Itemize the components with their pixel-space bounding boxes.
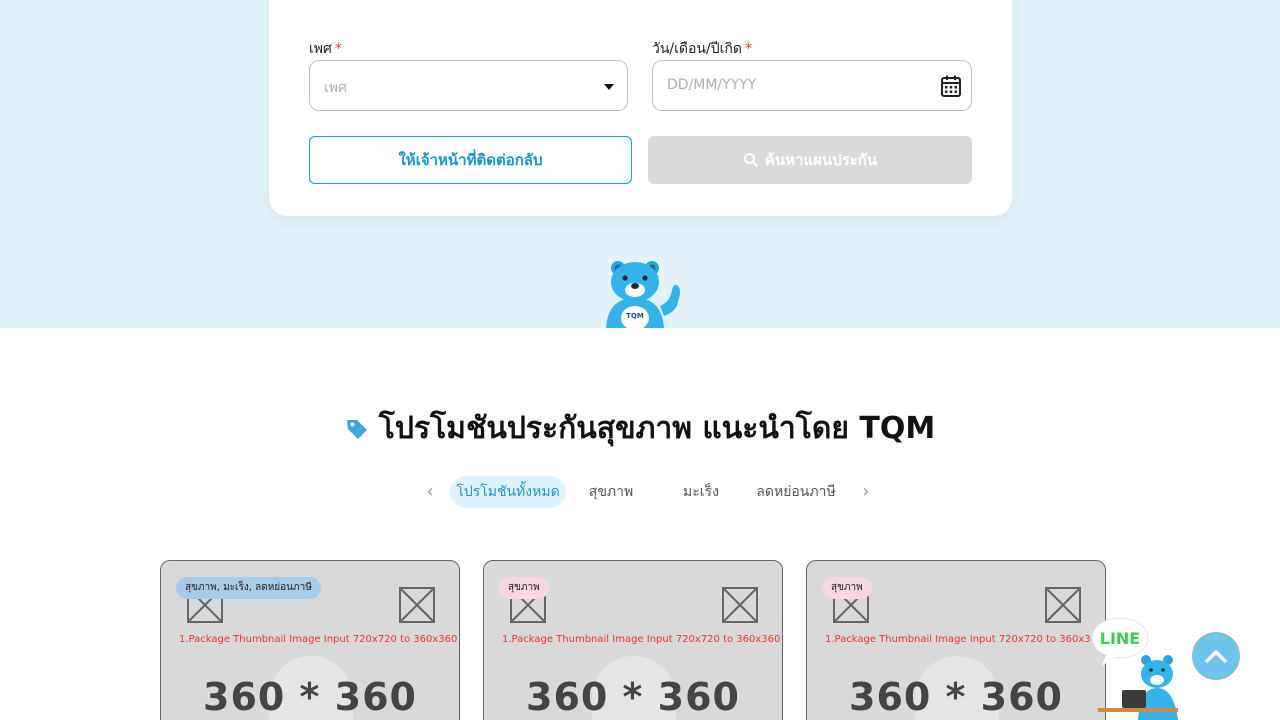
- dob-input[interactable]: DD/MM/YYYY: [652, 60, 972, 111]
- promotion-section-header: โปรโมชันประกันสุขภาพ แนะนำโดย TQM: [0, 405, 1280, 452]
- tab-health[interactable]: สุขภาพ: [576, 476, 646, 508]
- image-placeholder-icon: [1045, 587, 1081, 623]
- promotion-card[interactable]: สุขภาพ, มะเร็ง, ลดหย่อนภาษี 1.Package Th…: [160, 560, 460, 720]
- search-plan-label: ค้นหาแผนประกัน: [764, 151, 878, 169]
- bear-mascot-image: TQM: [606, 261, 680, 328]
- tab-cancer[interactable]: มะเร็ง: [670, 476, 732, 508]
- chevron-down-icon: [604, 84, 614, 90]
- thumbnail-note: 1.Package Thumbnail Image Input 720x720 …: [179, 634, 458, 645]
- promotion-card[interactable]: สุขภาพ 1.Package Thumbnail Image Input 7…: [806, 560, 1106, 720]
- section-title: โปรโมชันประกันสุขภาพ แนะนำโดย TQM: [378, 411, 936, 446]
- gender-label: เพศ *: [309, 38, 342, 60]
- image-placeholder-icon: [399, 587, 435, 623]
- dob-placeholder: DD/MM/YYYY: [667, 77, 757, 93]
- gender-placeholder: เพศ: [324, 80, 347, 96]
- chevron-up-icon: [1205, 650, 1227, 663]
- gender-select[interactable]: เพศ: [309, 60, 628, 111]
- promotion-tabs: ‹ โปรโมชันทั้งหมด สุขภาพ มะเร็ง ลดหย่อนภ…: [0, 476, 1280, 508]
- hero-section: เพศ * เพศ วัน/เดือน/ปีเกิด * DD/MM/YYYY ให…: [0, 0, 1280, 328]
- search-icon: [743, 153, 759, 168]
- image-placeholder-icon: [722, 587, 758, 623]
- tab-tax-deduction[interactable]: ลดหย่อนภาษี: [752, 476, 840, 508]
- line-label: LINE: [1100, 629, 1140, 648]
- thumbnail-note: 1.Package Thumbnail Image Input 720x720 …: [825, 634, 1104, 645]
- required-mark: *: [334, 41, 342, 57]
- promotion-card[interactable]: สุขภาพ 1.Package Thumbnail Image Input 7…: [483, 560, 783, 720]
- dob-label-text: วัน/เดือน/ปีเกิด: [652, 41, 742, 57]
- chevron-left-icon[interactable]: ‹: [422, 476, 438, 508]
- chevron-right-icon[interactable]: ›: [858, 476, 874, 508]
- request-callback-button[interactable]: ให้เจ้าหน้าที่ติดต่อกลับ: [309, 136, 632, 184]
- search-plan-button[interactable]: ค้นหาแผนประกัน: [648, 136, 972, 184]
- dob-label: วัน/เดือน/ปีเกิด *: [652, 38, 752, 60]
- tag-icon: [346, 419, 367, 439]
- line-chat-widget[interactable]: LINE: [1086, 612, 1182, 720]
- required-mark: *: [744, 41, 752, 57]
- thumbnail-size-text: 360 * 360: [203, 675, 417, 719]
- tab-all-promotions[interactable]: โปรโมชันทั้งหมด: [450, 476, 566, 508]
- category-badge: สุขภาพ, มะเร็ง, ลดหย่อนภาษี: [176, 577, 321, 599]
- gender-label-text: เพศ: [309, 41, 332, 57]
- category-badge: สุขภาพ: [499, 577, 549, 599]
- category-badge: สุขภาพ: [822, 577, 872, 599]
- calendar-icon[interactable]: [941, 75, 961, 97]
- thumbnail-note: 1.Package Thumbnail Image Input 720x720 …: [502, 634, 781, 645]
- mascot-logo-text: TQM: [626, 312, 644, 320]
- scroll-to-top-button[interactable]: [1192, 632, 1240, 680]
- thumbnail-size-text: 360 * 360: [526, 675, 740, 719]
- thumbnail-size-text: 360 * 360: [849, 675, 1063, 719]
